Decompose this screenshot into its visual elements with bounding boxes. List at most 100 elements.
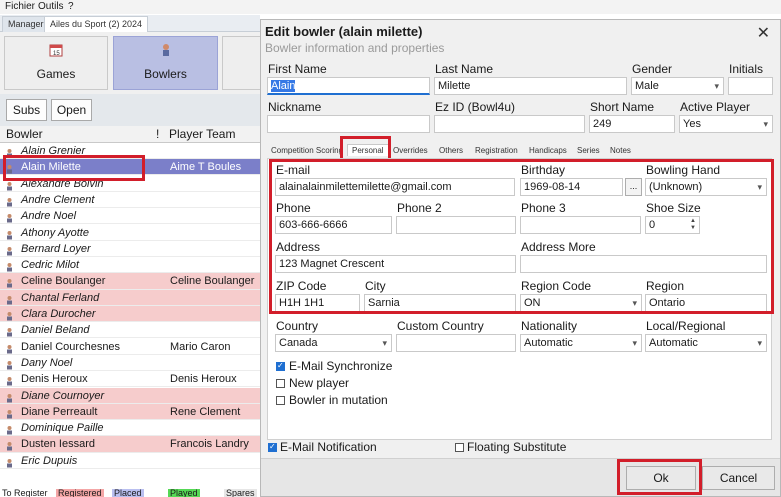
bowler-name: Daniel Beland bbox=[21, 324, 90, 337]
table-row[interactable]: Eric Dupuis bbox=[0, 453, 260, 469]
last-name-field[interactable]: Milette bbox=[434, 77, 627, 95]
bowler-name: Athony Ayotte bbox=[21, 226, 89, 239]
calendar-icon: 15 bbox=[49, 44, 63, 57]
short-name-field[interactable]: 249 bbox=[589, 115, 675, 133]
tab-overrides[interactable]: Overrides bbox=[393, 146, 428, 155]
games-button[interactable]: 15 Games bbox=[4, 36, 108, 90]
country-value: Canada bbox=[279, 337, 318, 349]
local-regional-label: Local/Regional bbox=[646, 319, 726, 333]
bowlers-label: Bowlers bbox=[144, 67, 187, 81]
bowler-icon bbox=[6, 408, 13, 419]
tab-others[interactable]: Others bbox=[439, 146, 463, 155]
col-flag[interactable]: ! bbox=[156, 127, 159, 141]
dialog-title: Edit bowler (alain milette) bbox=[265, 24, 423, 39]
bowler-name: Dominique Paille bbox=[21, 422, 104, 435]
menu-outils[interactable]: Outils bbox=[38, 1, 64, 12]
dialog-subtitle: Bowler information and properties bbox=[265, 41, 445, 55]
custom-country-label: Custom Country bbox=[397, 319, 484, 333]
table-row[interactable]: Dominique Paille bbox=[0, 420, 260, 437]
bowlers-button[interactable]: Bowlers bbox=[113, 36, 218, 90]
legend-played: Played bbox=[168, 489, 200, 497]
chevron-down-icon: ▾ bbox=[757, 338, 762, 348]
table-row[interactable]: Athony Ayotte bbox=[0, 225, 260, 241]
col-team[interactable]: Player Team bbox=[169, 127, 235, 141]
floating-substitute-checkbox[interactable] bbox=[455, 443, 464, 452]
bowler-icon bbox=[6, 359, 13, 370]
menu-fichier[interactable]: Fichier bbox=[5, 1, 35, 12]
next-toolbar-button[interactable] bbox=[222, 36, 262, 90]
tab-handicaps[interactable]: Handicaps bbox=[529, 146, 567, 155]
table-row[interactable]: Chantal Ferland bbox=[0, 289, 260, 306]
country-select[interactable]: Canada ▾ bbox=[275, 334, 392, 352]
bowler-name: Eric Dupuis bbox=[21, 454, 78, 467]
player-team: Rene Clement bbox=[170, 405, 241, 418]
table-row[interactable]: Denis Heroux Denis Heroux bbox=[0, 371, 260, 388]
player-team: Francois Landry bbox=[170, 438, 249, 451]
table-row[interactable]: Diane Cournoyer bbox=[0, 387, 260, 404]
bowler-icon bbox=[6, 343, 13, 354]
table-row[interactable]: Andre Clement bbox=[0, 192, 260, 209]
bowler-name: Celine Boulanger bbox=[21, 275, 106, 288]
active-player-select[interactable]: Yes ▾ bbox=[679, 115, 773, 133]
legend-placed: Placed bbox=[112, 489, 144, 497]
table-row[interactable]: Cedric Milot bbox=[0, 257, 260, 274]
menu-help[interactable]: ? bbox=[68, 1, 74, 12]
bowler-icon bbox=[6, 261, 13, 272]
local-regional-select[interactable]: Automatic ▾ bbox=[645, 334, 767, 352]
table-row[interactable]: Andre Noel bbox=[0, 208, 260, 225]
player-team: Denis Heroux bbox=[170, 373, 237, 386]
ezid-label: Ez ID (Bowl4u) bbox=[435, 100, 516, 114]
player-team: Mario Caron bbox=[170, 340, 231, 353]
custom-country-field[interactable] bbox=[396, 334, 516, 352]
last-name-label: Last Name bbox=[435, 62, 494, 76]
chevron-down-icon: ▾ bbox=[714, 81, 719, 91]
bowler-name: Andre Clement bbox=[21, 193, 95, 206]
table-row[interactable]: Diane Perreault Rene Clement bbox=[0, 403, 260, 420]
table-row[interactable]: Daniel Courchesnes Mario Caron bbox=[0, 339, 260, 355]
table-row[interactable]: Clara Durocher bbox=[0, 306, 260, 323]
new-player-checkbox[interactable] bbox=[276, 379, 285, 388]
nationality-select[interactable]: Automatic ▾ bbox=[520, 334, 642, 352]
chevron-down-icon: ▾ bbox=[382, 338, 387, 348]
first-name-field[interactable]: Alain bbox=[267, 77, 430, 95]
cancel-button[interactable]: Cancel bbox=[702, 466, 775, 490]
table-row[interactable]: Celine Boulanger Celine Boulanger bbox=[0, 273, 260, 290]
email-notification-checkbox[interactable] bbox=[268, 442, 277, 452]
table-row[interactable]: Dusten Iessard Francois Landry bbox=[0, 436, 260, 453]
bowler-name: Diane Cournoyer bbox=[21, 389, 105, 402]
email-notification-label: E-Mail Notification bbox=[280, 440, 377, 454]
tab-registration[interactable]: Registration bbox=[475, 146, 518, 155]
col-bowler[interactable]: Bowler bbox=[6, 127, 43, 141]
short-name-label: Short Name bbox=[590, 100, 655, 114]
bowler-icon bbox=[6, 277, 13, 288]
email-sync-checkbox[interactable] bbox=[276, 361, 285, 371]
bowler-name: Denis Heroux bbox=[21, 373, 88, 386]
tab-league[interactable]: Ailes du Sport (2) 2024 bbox=[44, 16, 149, 32]
table-row[interactable]: Daniel Beland bbox=[0, 322, 260, 339]
legend-to-register: To Register bbox=[2, 489, 48, 497]
table-row[interactable]: Bernard Loyer bbox=[0, 241, 260, 257]
new-player-label: New player bbox=[289, 376, 350, 390]
initials-field[interactable] bbox=[728, 77, 773, 95]
subs-button[interactable]: Subs bbox=[6, 99, 47, 121]
list-toolbar: Subs Open bbox=[0, 94, 260, 126]
tab-series[interactable]: Series bbox=[577, 146, 600, 155]
ezid-field[interactable] bbox=[434, 115, 585, 133]
tab-competition-scoring[interactable]: Competition Scoring bbox=[271, 146, 343, 155]
bowler-icon bbox=[6, 375, 13, 386]
bowler-icon bbox=[6, 424, 13, 435]
bowler-name: Daniel Courchesnes bbox=[21, 340, 121, 353]
open-button[interactable]: Open bbox=[51, 99, 92, 121]
gender-select[interactable]: Male ▾ bbox=[631, 77, 724, 95]
bowler-name: Clara Durocher bbox=[21, 308, 96, 320]
tab-manager[interactable]: Manager bbox=[2, 16, 50, 32]
table-row[interactable]: Dany Noel bbox=[0, 355, 260, 372]
menu-bar: Fichier Outils ? bbox=[0, 0, 781, 14]
mutation-label: Bowler in mutation bbox=[289, 393, 388, 407]
mutation-checkbox[interactable] bbox=[276, 396, 285, 405]
tab-notes[interactable]: Notes bbox=[610, 146, 631, 155]
initials-label: Initials bbox=[729, 62, 764, 76]
close-icon[interactable]: ✕ bbox=[757, 23, 770, 43]
gender-label: Gender bbox=[632, 62, 673, 76]
nickname-field[interactable] bbox=[267, 115, 430, 133]
